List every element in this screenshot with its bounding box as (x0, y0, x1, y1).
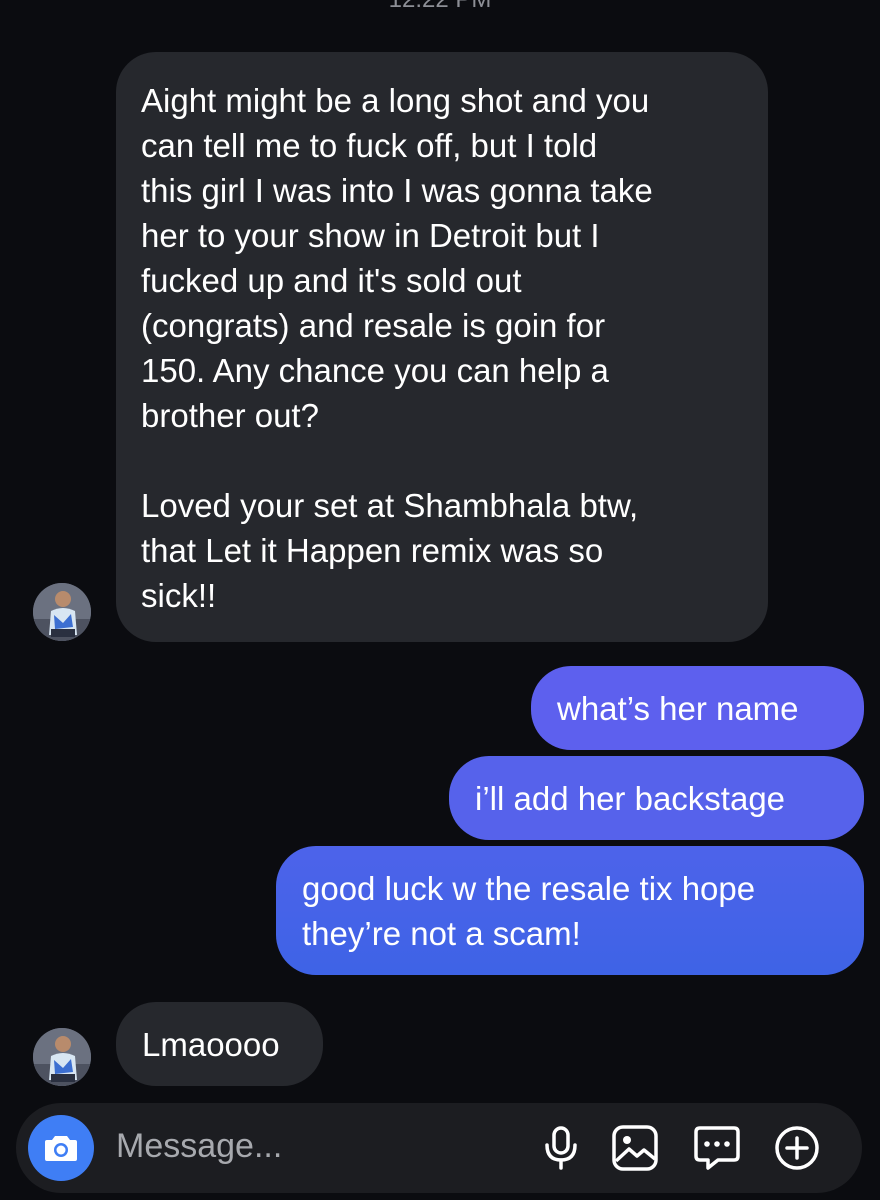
message-timestamp: 12:22 PM (0, 0, 880, 14)
microphone-button[interactable] (536, 1123, 586, 1173)
message-line: they’re not a scam! (302, 915, 581, 952)
message-line: Aight might be a long shot and you (141, 82, 650, 119)
message-line: brother out? (141, 397, 319, 434)
gallery-icon (612, 1125, 658, 1171)
avatar-photo (33, 1028, 91, 1086)
message-line: can tell me to fuck off, but I told (141, 127, 598, 164)
message-line: this girl I was into I was gonna take (141, 172, 653, 209)
outgoing-message-bubble[interactable]: i’ll add her backstage (449, 756, 864, 840)
plus-button[interactable] (772, 1123, 822, 1173)
message-text: what’s her name (557, 690, 799, 727)
incoming-message-bubble[interactable]: Aight might be a long shot and you can t… (116, 52, 768, 642)
message-text: Lmaoooo (142, 1026, 280, 1063)
message-line: that Let it Happen remix was so (141, 532, 604, 569)
message-line: Loved your set at Shambhala btw, (141, 487, 639, 524)
message-composer: Message... (16, 1103, 862, 1193)
message-input[interactable]: Message... (116, 1127, 282, 1166)
message-line: sick!! (141, 577, 217, 614)
outgoing-message-bubble[interactable]: what’s her name (531, 666, 864, 750)
sender-avatar[interactable] (33, 583, 91, 641)
message-line: 150. Any chance you can help a (141, 352, 609, 389)
gallery-button[interactable] (610, 1123, 660, 1173)
incoming-message-bubble[interactable]: Lmaoooo (116, 1002, 323, 1086)
camera-button[interactable] (28, 1115, 94, 1181)
chat-screen: 12:22 PM Aight might be a long shot and … (0, 0, 880, 1200)
message-line: (congrats) and resale is goin for (141, 307, 606, 344)
microphone-icon (545, 1126, 577, 1170)
camera-icon (45, 1136, 77, 1161)
outgoing-message-bubble[interactable]: good luck w the resale tix hope they’re … (276, 846, 864, 975)
message-line: her to your show in Detroit but I (141, 217, 600, 254)
message-line: good luck w the resale tix hope (302, 870, 756, 907)
sticker-icon (694, 1126, 740, 1170)
avatar-photo (33, 583, 91, 641)
sender-avatar[interactable] (33, 1028, 91, 1086)
sticker-button[interactable] (692, 1123, 742, 1173)
plus-icon (775, 1126, 819, 1170)
message-line: fucked up and it's sold out (141, 262, 522, 299)
message-text: i’ll add her backstage (475, 780, 786, 817)
